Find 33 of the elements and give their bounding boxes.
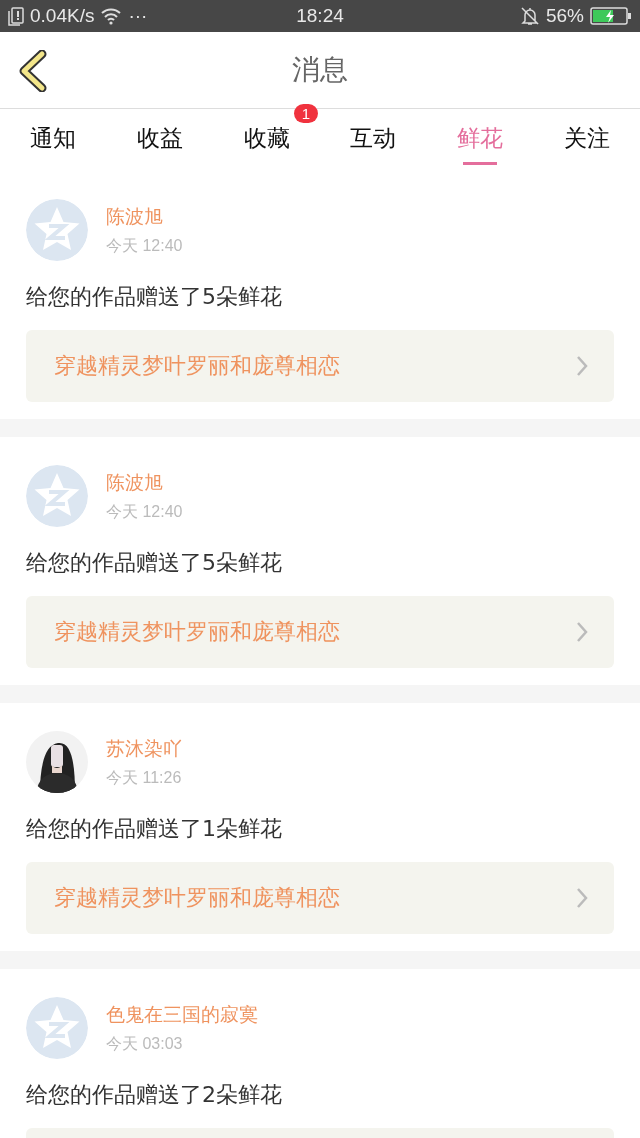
user-name: 色鬼在三国的寂寞 <box>106 1001 258 1027</box>
user-name: 陈波旭 <box>106 469 164 495</box>
message-text: 给您的作品赠送了1朵鲜花 <box>26 815 283 843</box>
chevron-right-icon <box>576 621 588 643</box>
message-text: 给您的作品赠送了2朵鲜花 <box>26 1081 283 1109</box>
network-speed: 0.04K/s <box>30 5 95 27</box>
tab[interactable]: 收益 <box>106 109 214 171</box>
message-time: 今天 03:03 <box>106 1033 184 1054</box>
user-name: 陈波旭 <box>106 203 164 229</box>
tab[interactable]: 通知 <box>0 109 107 171</box>
message-time: 今天 12:40 <box>106 235 183 256</box>
tab[interactable]: 关注 <box>533 109 640 171</box>
tab[interactable]: 互动 <box>320 109 427 171</box>
message-text: 给您的作品赠送了5朵鲜花 <box>26 549 283 577</box>
chevron-right-icon <box>576 355 588 377</box>
tab-underline <box>463 162 497 165</box>
more-dots: ··· <box>128 5 148 27</box>
battery-charging-icon <box>590 6 632 26</box>
sim-card-icon <box>8 6 24 26</box>
user-name: 苏沐染吖 <box>106 735 182 761</box>
clock-time: 18:24 <box>296 5 344 26</box>
message-time: 今天 12:40 <box>106 501 183 522</box>
message-time: 今天 11:26 <box>106 767 182 788</box>
muted-bell-icon <box>520 6 540 26</box>
default-avatar-icon <box>26 199 88 261</box>
notification-badge: 1 <box>293 104 318 123</box>
chevron-right-icon <box>576 887 588 909</box>
page-title: 消息 <box>292 52 348 88</box>
default-avatar-icon <box>26 465 88 527</box>
battery-percent: 56% <box>546 5 584 27</box>
message-text: 给您的作品赠送了5朵鲜花 <box>26 283 283 311</box>
default-avatar-icon <box>26 997 88 1059</box>
wifi-icon <box>100 7 123 25</box>
